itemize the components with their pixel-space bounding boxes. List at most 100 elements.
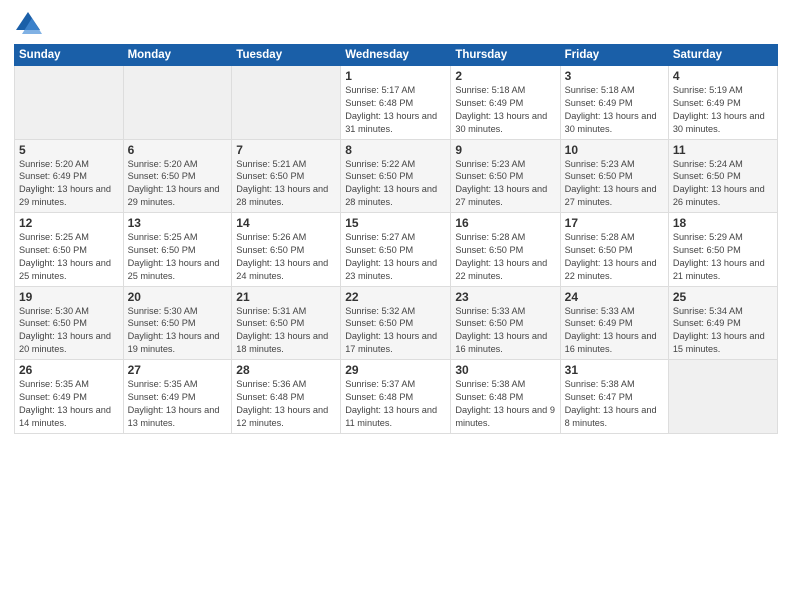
day-info: Sunrise: 5:37 AMSunset: 6:48 PMDaylight:…	[345, 378, 446, 430]
calendar-cell: 17Sunrise: 5:28 AMSunset: 6:50 PMDayligh…	[560, 213, 668, 287]
day-number: 6	[128, 143, 228, 157]
day-info: Sunrise: 5:20 AMSunset: 6:49 PMDaylight:…	[19, 158, 119, 210]
day-info: Sunrise: 5:38 AMSunset: 6:48 PMDaylight:…	[455, 378, 555, 430]
day-info: Sunrise: 5:28 AMSunset: 6:50 PMDaylight:…	[455, 231, 555, 283]
day-info: Sunrise: 5:33 AMSunset: 6:50 PMDaylight:…	[455, 305, 555, 357]
weekday-header-thursday: Thursday	[451, 45, 560, 66]
logo	[14, 10, 46, 38]
calendar-cell: 24Sunrise: 5:33 AMSunset: 6:49 PMDayligh…	[560, 286, 668, 360]
day-info: Sunrise: 5:38 AMSunset: 6:47 PMDaylight:…	[565, 378, 664, 430]
day-number: 4	[673, 69, 773, 83]
calendar-cell: 20Sunrise: 5:30 AMSunset: 6:50 PMDayligh…	[123, 286, 232, 360]
day-number: 26	[19, 363, 119, 377]
day-info: Sunrise: 5:20 AMSunset: 6:50 PMDaylight:…	[128, 158, 228, 210]
calendar-cell: 9Sunrise: 5:23 AMSunset: 6:50 PMDaylight…	[451, 139, 560, 213]
calendar-cell: 21Sunrise: 5:31 AMSunset: 6:50 PMDayligh…	[232, 286, 341, 360]
weekday-header-monday: Monday	[123, 45, 232, 66]
calendar-cell: 8Sunrise: 5:22 AMSunset: 6:50 PMDaylight…	[341, 139, 451, 213]
week-row-1: 1Sunrise: 5:17 AMSunset: 6:48 PMDaylight…	[15, 66, 778, 140]
weekday-header-sunday: Sunday	[15, 45, 124, 66]
day-info: Sunrise: 5:22 AMSunset: 6:50 PMDaylight:…	[345, 158, 446, 210]
day-number: 25	[673, 290, 773, 304]
calendar-cell: 6Sunrise: 5:20 AMSunset: 6:50 PMDaylight…	[123, 139, 232, 213]
day-info: Sunrise: 5:31 AMSunset: 6:50 PMDaylight:…	[236, 305, 336, 357]
day-info: Sunrise: 5:17 AMSunset: 6:48 PMDaylight:…	[345, 84, 446, 136]
day-info: Sunrise: 5:21 AMSunset: 6:50 PMDaylight:…	[236, 158, 336, 210]
day-number: 8	[345, 143, 446, 157]
day-number: 16	[455, 216, 555, 230]
day-number: 31	[565, 363, 664, 377]
weekday-header-saturday: Saturday	[668, 45, 777, 66]
weekday-header-wednesday: Wednesday	[341, 45, 451, 66]
day-info: Sunrise: 5:34 AMSunset: 6:49 PMDaylight:…	[673, 305, 773, 357]
day-number: 12	[19, 216, 119, 230]
day-info: Sunrise: 5:25 AMSunset: 6:50 PMDaylight:…	[19, 231, 119, 283]
weekday-header-row: SundayMondayTuesdayWednesdayThursdayFrid…	[15, 45, 778, 66]
week-row-5: 26Sunrise: 5:35 AMSunset: 6:49 PMDayligh…	[15, 360, 778, 434]
calendar-cell: 19Sunrise: 5:30 AMSunset: 6:50 PMDayligh…	[15, 286, 124, 360]
day-number: 19	[19, 290, 119, 304]
calendar-cell: 1Sunrise: 5:17 AMSunset: 6:48 PMDaylight…	[341, 66, 451, 140]
calendar-cell: 28Sunrise: 5:36 AMSunset: 6:48 PMDayligh…	[232, 360, 341, 434]
day-info: Sunrise: 5:36 AMSunset: 6:48 PMDaylight:…	[236, 378, 336, 430]
day-number: 11	[673, 143, 773, 157]
calendar-cell: 12Sunrise: 5:25 AMSunset: 6:50 PMDayligh…	[15, 213, 124, 287]
day-number: 22	[345, 290, 446, 304]
day-info: Sunrise: 5:33 AMSunset: 6:49 PMDaylight:…	[565, 305, 664, 357]
day-number: 30	[455, 363, 555, 377]
day-info: Sunrise: 5:28 AMSunset: 6:50 PMDaylight:…	[565, 231, 664, 283]
header	[14, 10, 778, 38]
calendar-cell: 13Sunrise: 5:25 AMSunset: 6:50 PMDayligh…	[123, 213, 232, 287]
day-number: 9	[455, 143, 555, 157]
week-row-4: 19Sunrise: 5:30 AMSunset: 6:50 PMDayligh…	[15, 286, 778, 360]
day-info: Sunrise: 5:19 AMSunset: 6:49 PMDaylight:…	[673, 84, 773, 136]
calendar-cell: 10Sunrise: 5:23 AMSunset: 6:50 PMDayligh…	[560, 139, 668, 213]
calendar-cell: 27Sunrise: 5:35 AMSunset: 6:49 PMDayligh…	[123, 360, 232, 434]
day-number: 13	[128, 216, 228, 230]
calendar-cell: 31Sunrise: 5:38 AMSunset: 6:47 PMDayligh…	[560, 360, 668, 434]
day-number: 10	[565, 143, 664, 157]
day-number: 18	[673, 216, 773, 230]
day-number: 2	[455, 69, 555, 83]
calendar-cell: 25Sunrise: 5:34 AMSunset: 6:49 PMDayligh…	[668, 286, 777, 360]
day-info: Sunrise: 5:25 AMSunset: 6:50 PMDaylight:…	[128, 231, 228, 283]
day-number: 15	[345, 216, 446, 230]
day-info: Sunrise: 5:18 AMSunset: 6:49 PMDaylight:…	[565, 84, 664, 136]
day-number: 3	[565, 69, 664, 83]
day-info: Sunrise: 5:35 AMSunset: 6:49 PMDaylight:…	[19, 378, 119, 430]
day-info: Sunrise: 5:27 AMSunset: 6:50 PMDaylight:…	[345, 231, 446, 283]
day-info: Sunrise: 5:24 AMSunset: 6:50 PMDaylight:…	[673, 158, 773, 210]
day-number: 24	[565, 290, 664, 304]
day-info: Sunrise: 5:30 AMSunset: 6:50 PMDaylight:…	[128, 305, 228, 357]
day-number: 5	[19, 143, 119, 157]
day-info: Sunrise: 5:30 AMSunset: 6:50 PMDaylight:…	[19, 305, 119, 357]
day-number: 14	[236, 216, 336, 230]
day-info: Sunrise: 5:35 AMSunset: 6:49 PMDaylight:…	[128, 378, 228, 430]
day-info: Sunrise: 5:29 AMSunset: 6:50 PMDaylight:…	[673, 231, 773, 283]
calendar-cell: 16Sunrise: 5:28 AMSunset: 6:50 PMDayligh…	[451, 213, 560, 287]
day-number: 1	[345, 69, 446, 83]
calendar-cell: 3Sunrise: 5:18 AMSunset: 6:49 PMDaylight…	[560, 66, 668, 140]
calendar-table: SundayMondayTuesdayWednesdayThursdayFrid…	[14, 44, 778, 434]
day-info: Sunrise: 5:23 AMSunset: 6:50 PMDaylight:…	[565, 158, 664, 210]
calendar-cell: 2Sunrise: 5:18 AMSunset: 6:49 PMDaylight…	[451, 66, 560, 140]
day-number: 27	[128, 363, 228, 377]
calendar-cell: 29Sunrise: 5:37 AMSunset: 6:48 PMDayligh…	[341, 360, 451, 434]
day-number: 29	[345, 363, 446, 377]
day-number: 23	[455, 290, 555, 304]
calendar-cell: 11Sunrise: 5:24 AMSunset: 6:50 PMDayligh…	[668, 139, 777, 213]
calendar-cell: 18Sunrise: 5:29 AMSunset: 6:50 PMDayligh…	[668, 213, 777, 287]
day-number: 28	[236, 363, 336, 377]
calendar-cell: 7Sunrise: 5:21 AMSunset: 6:50 PMDaylight…	[232, 139, 341, 213]
weekday-header-tuesday: Tuesday	[232, 45, 341, 66]
day-number: 17	[565, 216, 664, 230]
week-row-3: 12Sunrise: 5:25 AMSunset: 6:50 PMDayligh…	[15, 213, 778, 287]
calendar-cell: 23Sunrise: 5:33 AMSunset: 6:50 PMDayligh…	[451, 286, 560, 360]
week-row-2: 5Sunrise: 5:20 AMSunset: 6:49 PMDaylight…	[15, 139, 778, 213]
calendar-cell	[668, 360, 777, 434]
calendar-cell: 4Sunrise: 5:19 AMSunset: 6:49 PMDaylight…	[668, 66, 777, 140]
calendar-cell: 15Sunrise: 5:27 AMSunset: 6:50 PMDayligh…	[341, 213, 451, 287]
day-info: Sunrise: 5:32 AMSunset: 6:50 PMDaylight:…	[345, 305, 446, 357]
day-number: 21	[236, 290, 336, 304]
calendar-cell: 26Sunrise: 5:35 AMSunset: 6:49 PMDayligh…	[15, 360, 124, 434]
